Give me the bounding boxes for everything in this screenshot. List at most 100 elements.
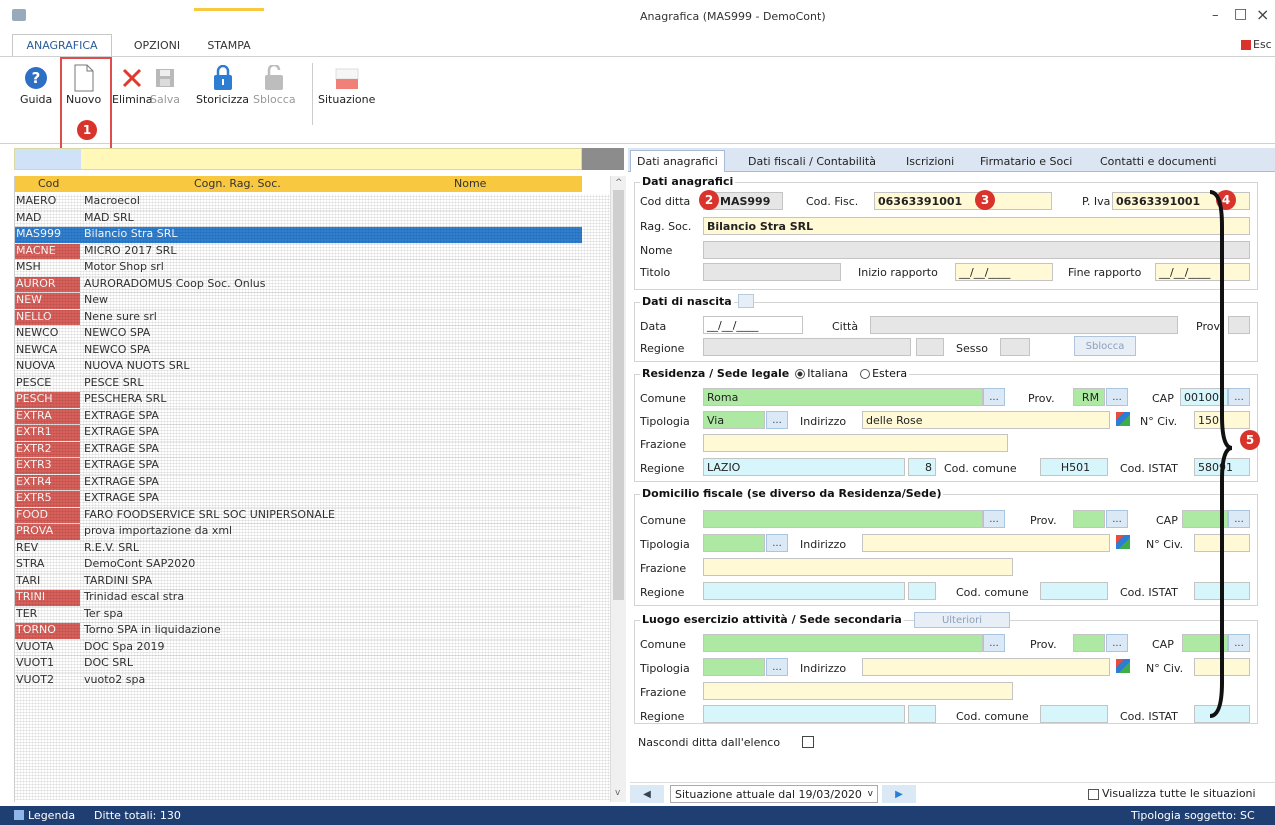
table-row[interactable]: MAERO Macroecol (14, 194, 582, 211)
col-header-nome[interactable]: Nome (454, 177, 486, 190)
visualizza-checkbox[interactable] (1088, 789, 1099, 800)
res-comune-field[interactable]: Roma (703, 388, 983, 406)
luogo-indirizzo-field[interactable] (862, 658, 1110, 676)
col-header-ragsoc[interactable]: Cogn. Rag. Soc. (194, 177, 281, 190)
dom-codcomune-field[interactable] (1040, 582, 1108, 600)
sblocca-nascita-button[interactable]: Sblocca (1074, 336, 1136, 356)
table-row[interactable]: MAD MAD SRL (14, 211, 582, 227)
luogo-tipologia-lookup[interactable]: ... (766, 658, 788, 676)
table-row[interactable]: EXTR1 EXTRAGE SPA (14, 425, 582, 442)
table-row[interactable]: TARI TARDINI SPA (14, 574, 582, 590)
luogo-comune-field[interactable] (703, 634, 983, 652)
res-tipologia-field[interactable]: Via (703, 411, 765, 429)
table-row[interactable]: EXTR4 EXTRAGE SPA (14, 474, 582, 491)
tab-iscrizioni[interactable]: Iscrizioni (906, 150, 954, 172)
luogo-frazione-field[interactable] (703, 682, 1013, 700)
legenda-label[interactable]: Legenda (28, 809, 75, 822)
table-row[interactable]: NEWCO NEWCO SPA (14, 326, 582, 343)
inizio-rapporto-field[interactable]: __/__/____ (955, 263, 1053, 281)
titolo-field[interactable] (703, 263, 841, 281)
salva-button[interactable]: Salva (150, 63, 180, 106)
res-indirizzo-field[interactable]: delle Rose (862, 411, 1110, 429)
table-row[interactable]: MSH Motor Shop srl (14, 260, 582, 277)
luogo-regione-code[interactable] (908, 705, 936, 723)
tab-dati-anagrafici[interactable]: Dati anagrafici (630, 150, 725, 172)
table-row[interactable]: VUOT2 vuoto2 spa (14, 673, 582, 689)
res-comune-lookup[interactable]: ... (983, 388, 1005, 406)
res-prov-field[interactable]: RM (1073, 388, 1105, 406)
scroll-up-icon[interactable]: ^ (615, 178, 623, 188)
col-header-cod[interactable]: Cod (38, 177, 59, 190)
nascita-regione-field[interactable] (703, 338, 911, 356)
legenda-icon[interactable] (14, 810, 24, 820)
ulteriori-button[interactable]: Ulteriori (914, 612, 1010, 628)
table-row[interactable]: STRA DemoCont SAP2020 (14, 557, 582, 574)
cod-fisc-field[interactable]: 06363391001 (874, 192, 1052, 210)
radio-italiana[interactable]: Italiana (795, 367, 848, 380)
dom-indirizzo-field[interactable] (862, 534, 1110, 552)
table-row[interactable]: MACNE MICRO 2017 SRL (14, 243, 582, 260)
tab-anagrafica[interactable]: ANAGRAFICA (12, 34, 112, 56)
table-row[interactable]: MAS999 Bilancio Stra SRL (14, 227, 582, 244)
tab-firmatario-soci[interactable]: Firmatario e Soci (980, 150, 1072, 172)
res-regione-field[interactable]: LAZIO (703, 458, 905, 476)
scroll-down-icon[interactable]: v (615, 788, 620, 798)
table-row[interactable]: EXTRA EXTRAGE SPA (14, 408, 582, 425)
radio-estera[interactable]: Estera (860, 367, 907, 380)
sesso-field[interactable] (1000, 338, 1030, 356)
dom-frazione-field[interactable] (703, 558, 1013, 576)
nascondi-checkbox[interactable] (802, 736, 814, 748)
data-nascita-field[interactable]: __/__/____ (703, 316, 803, 334)
dom-map-icon[interactable] (1116, 535, 1130, 549)
res-map-icon[interactable] (1116, 412, 1130, 426)
table-row[interactable]: TRINI Trinidad escal stra (14, 590, 582, 607)
scroll-thumb[interactable] (613, 190, 624, 600)
table-row[interactable]: TORNO Torno SPA in liquidazione (14, 623, 582, 640)
tab-stampa[interactable]: STAMPA (196, 34, 262, 56)
guida-button[interactable]: ? Guida (20, 63, 52, 106)
dom-prov-lookup[interactable]: ... (1106, 510, 1128, 528)
dom-regione-code[interactable] (908, 582, 936, 600)
nascita-calendar-icon[interactable] (738, 294, 754, 308)
tab-opzioni[interactable]: OPZIONI (122, 34, 192, 56)
table-row[interactable]: AUROR AURORADOMUS Coop Soc. Onlus (14, 276, 582, 293)
table-row[interactable]: NEWCA NEWCO SPA (14, 343, 582, 359)
tab-dati-fiscali[interactable]: Dati fiscali / Contabilità (748, 150, 876, 172)
table-row[interactable]: EXTR2 EXTRAGE SPA (14, 441, 582, 458)
dom-tipologia-field[interactable] (703, 534, 765, 552)
table-row[interactable]: REV R.E.V. SRL (14, 541, 582, 557)
luogo-regione-field[interactable] (703, 705, 905, 723)
nav-prev-button[interactable]: ◀ (630, 785, 664, 803)
luogo-tipologia-field[interactable] (703, 658, 765, 676)
storicizza-button[interactable]: Storicizza (196, 63, 249, 106)
luogo-comune-lookup[interactable]: ... (983, 634, 1005, 652)
nuovo-button[interactable]: Nuovo (66, 63, 101, 106)
fine-rapporto-field[interactable]: __/__/____ (1155, 263, 1250, 281)
table-row[interactable]: FOOD FARO FOODSERVICE SRL SOC UNIPERSONAL… (14, 507, 582, 524)
luogo-codcomune-field[interactable] (1040, 705, 1108, 723)
close-button[interactable]: × (1256, 5, 1269, 24)
res-prov-lookup[interactable]: ... (1106, 388, 1128, 406)
res-codcomune-field[interactable]: H501 (1040, 458, 1108, 476)
table-row[interactable]: PESCE PESCE SRL (14, 376, 582, 392)
maximize-button[interactable]: □ (1234, 6, 1247, 22)
nascita-regione-code[interactable] (916, 338, 944, 356)
table-row[interactable]: PROVA prova importazione da xml (14, 524, 582, 541)
dom-comune-lookup[interactable]: ... (983, 510, 1005, 528)
situazione-button[interactable]: Situazione (318, 63, 375, 106)
res-tipologia-lookup[interactable]: ... (766, 411, 788, 429)
grid-scrollbar[interactable]: ^ v (610, 176, 626, 802)
res-frazione-field[interactable] (703, 434, 1008, 452)
res-regione-code[interactable]: 8 (908, 458, 936, 476)
elimina-button[interactable]: Elimina (112, 63, 153, 106)
table-row[interactable]: NELLO Nene sure srl (14, 309, 582, 326)
citta-field[interactable] (870, 316, 1178, 334)
table-row[interactable]: TER Ter spa (14, 607, 582, 623)
dom-prov-field[interactable] (1073, 510, 1105, 528)
table-row[interactable]: VUOT1 DOC SRL (14, 656, 582, 673)
nav-next-button[interactable]: ▶ (882, 785, 916, 803)
luogo-map-icon[interactable] (1116, 659, 1130, 673)
luogo-prov-field[interactable] (1073, 634, 1105, 652)
luogo-prov-lookup[interactable]: ... (1106, 634, 1128, 652)
sblocca-button[interactable]: Sblocca (253, 63, 296, 106)
